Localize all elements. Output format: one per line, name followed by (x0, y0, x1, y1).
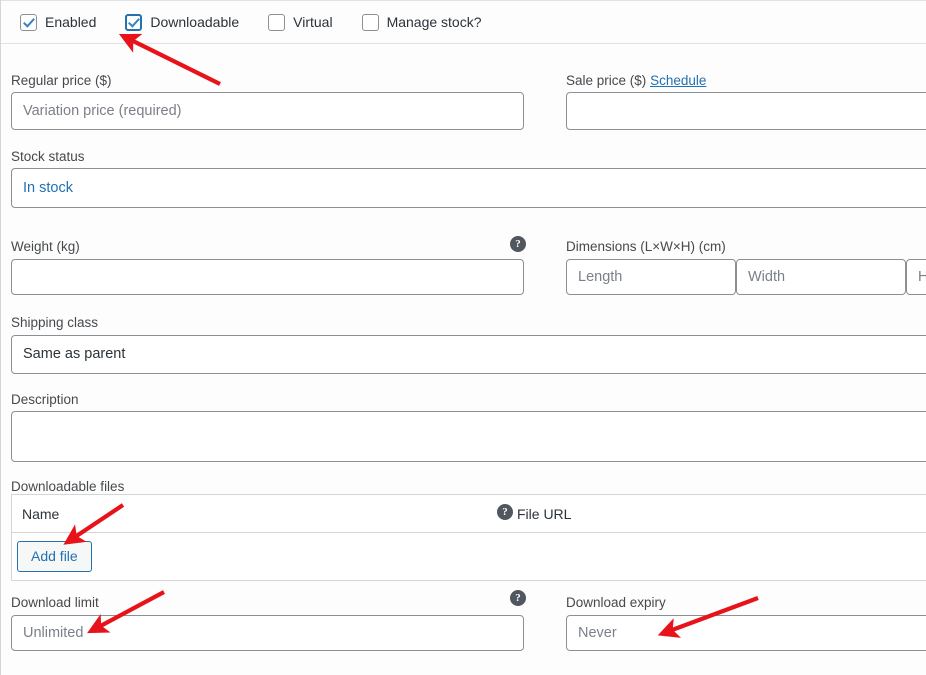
regular-price-input[interactable] (11, 92, 524, 130)
download-limit-input[interactable] (11, 615, 524, 651)
option-virtual[interactable]: Virtual (268, 13, 333, 31)
download-limit-help-icon[interactable]: ? (510, 590, 526, 606)
option-manage-stock-label: Manage stock? (386, 14, 482, 30)
description-textarea[interactable] (11, 411, 926, 462)
dimension-length-input[interactable] (566, 259, 736, 295)
file-url-help-icon[interactable]: ? (497, 504, 513, 520)
weight-help-icon[interactable]: ? (510, 236, 526, 252)
dimensions-label: Dimensions (L×W×H) (cm) (566, 239, 726, 254)
sale-price-input[interactable] (566, 92, 926, 130)
downloadable-files-table-header: Name File URL (12, 495, 926, 533)
description-label: Description (11, 392, 79, 407)
stock-status-label: Stock status (11, 149, 85, 164)
variation-options-row: Enabled Downloadable Virtual Manage stoc… (1, 0, 926, 44)
checkbox-manage-stock[interactable] (361, 13, 379, 31)
download-limit-label: Download limit (11, 595, 99, 610)
column-header-name: Name (22, 506, 60, 522)
download-expiry-input[interactable] (566, 615, 926, 651)
column-header-file-url: File URL (517, 506, 572, 522)
option-downloadable[interactable]: Downloadable (125, 13, 240, 31)
dimension-width-input[interactable] (736, 259, 906, 295)
checkbox-virtual[interactable] (268, 13, 286, 31)
regular-price-label: Regular price ($) (11, 73, 112, 88)
downloadable-files-label: Downloadable files (11, 479, 125, 494)
downloadable-files-table-body: Add file (12, 533, 926, 580)
add-file-button[interactable]: Add file (17, 541, 92, 572)
download-expiry-label: Download expiry (566, 595, 666, 610)
weight-input[interactable] (11, 259, 524, 295)
sale-price-label: Sale price ($) Schedule (566, 73, 706, 88)
arrow-to-downloadable-checkbox (118, 33, 221, 86)
option-manage-stock[interactable]: Manage stock? (361, 13, 482, 31)
shipping-class-label: Shipping class (11, 315, 99, 330)
shipping-class-select[interactable]: Same as parent (11, 335, 926, 374)
option-downloadable-label: Downloadable (150, 14, 240, 30)
checkbox-downloadable[interactable] (125, 13, 143, 31)
option-enabled[interactable]: Enabled (20, 13, 97, 31)
checkbox-enabled[interactable] (20, 13, 37, 31)
dimension-height-input[interactable] (906, 259, 926, 295)
option-virtual-label: Virtual (293, 14, 333, 30)
variation-settings-panel: Enabled Downloadable Virtual Manage stoc… (0, 0, 926, 675)
downloadable-files-table: Name File URL Add file (11, 494, 926, 581)
option-enabled-label: Enabled (45, 14, 97, 30)
sale-price-label-text: Sale price ($) (566, 73, 647, 88)
stock-status-select[interactable]: In stock (11, 168, 926, 208)
sale-price-schedule-link[interactable]: Schedule (650, 73, 706, 88)
weight-label: Weight (kg) (11, 239, 80, 254)
